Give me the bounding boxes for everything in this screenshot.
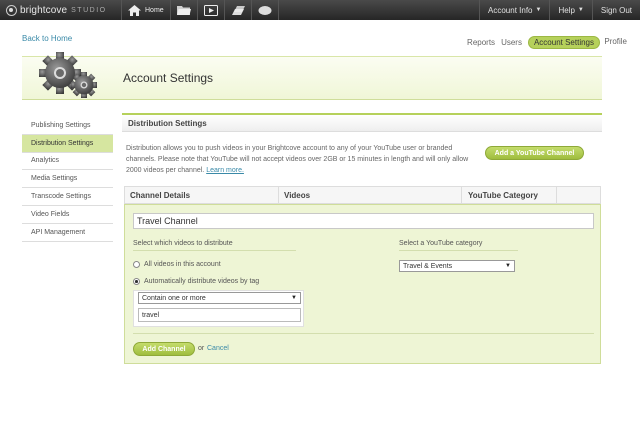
gears-icon [39, 52, 97, 98]
radio-button-selected[interactable] [133, 278, 140, 285]
chevron-down-icon: ▼ [535, 7, 542, 13]
sidebar-item-media-settings[interactable]: Media Settings [22, 170, 113, 189]
sidebar-item-distribution-settings[interactable]: Distribution Settings [22, 134, 113, 153]
sidebar-item-video-fields[interactable]: Video Fields [22, 206, 113, 224]
column-header-videos: Videos [279, 187, 462, 203]
analytics-button[interactable] [225, 0, 252, 20]
settings-sidebar: Publishing Settings Distribution Setting… [22, 117, 113, 242]
page-banner: Account Settings [22, 52, 602, 100]
description-text: Distribution allows you to push videos i… [126, 145, 469, 174]
tab-profile[interactable]: Profile [604, 37, 627, 46]
module-nav: Home [122, 0, 279, 20]
publishing-button[interactable] [198, 0, 225, 20]
account-info-label: Account Info [488, 5, 533, 15]
distribution-settings-panel: Distribution Settings Distribution allow… [122, 113, 602, 364]
analytics-icon [231, 5, 245, 15]
back-to-home-link[interactable]: Back to Home [22, 34, 72, 43]
column-header-actions [557, 187, 600, 203]
tag-match-value: Contain one or more [142, 294, 206, 302]
tag-input[interactable]: travel [138, 308, 301, 322]
radio-button[interactable] [133, 261, 140, 268]
tab-reports[interactable]: Reports [467, 38, 495, 47]
radio-by-tag[interactable]: Automatically distribute videos by tag [133, 278, 259, 285]
folder-icon [176, 5, 191, 15]
youtube-category-select[interactable]: Travel & Events ▼ [399, 260, 515, 272]
tab-account-settings[interactable]: Account Settings [527, 36, 600, 49]
form-divider [133, 333, 594, 334]
column-header-youtube-category: YouTube Category [462, 187, 557, 203]
brightcove-logo[interactable]: brightcove STUDIO [0, 0, 122, 20]
section-title: Distribution Settings [122, 113, 602, 132]
add-channel-button[interactable]: Add Channel [133, 342, 195, 356]
learn-more-link[interactable]: Learn more. [206, 167, 244, 174]
brightcove-logo-icon [6, 4, 17, 16]
sign-out-link[interactable]: Sign Out [591, 0, 640, 20]
radio-all-videos[interactable]: All videos in this account [133, 261, 221, 268]
top-bar: brightcove STUDIO Home Account Info ▼ He… [0, 0, 640, 20]
radio-by-tag-label: Automatically distribute videos by tag [144, 278, 260, 285]
channel-edit-form: Travel Channel Select which videos to di… [124, 204, 601, 364]
distribution-description: Distribution allows you to push videos i… [126, 143, 481, 176]
home-button[interactable]: Home [122, 0, 171, 20]
account-info-menu[interactable]: Account Info ▼ [479, 0, 549, 20]
tab-users[interactable]: Users [501, 38, 522, 47]
add-youtube-channel-button[interactable]: Add a YouTube Channel [485, 146, 584, 160]
category-value: Travel & Events [403, 262, 453, 270]
channel-table-header: Channel Details Videos YouTube Category [124, 186, 601, 204]
sidebar-item-analytics[interactable]: Analytics [22, 153, 113, 171]
tag-match-select[interactable]: Contain one or more ▼ [138, 292, 301, 304]
media-button[interactable] [171, 0, 198, 20]
home-label: Home [145, 6, 164, 14]
logo-text: brightcove [20, 4, 68, 16]
top-right-links: Account Info ▼ Help ▼ Sign Out [479, 0, 640, 20]
cancel-link[interactable]: Cancel [207, 345, 229, 352]
logo-subtitle: STUDIO [71, 6, 107, 14]
or-text: or [198, 345, 205, 352]
chevron-down-icon: ▼ [577, 7, 584, 13]
sidebar-item-transcode-settings[interactable]: Transcode Settings [22, 188, 113, 206]
reports-button[interactable] [252, 0, 279, 20]
column-header-channel-details: Channel Details [125, 187, 279, 203]
chevron-down-icon: ▼ [505, 263, 511, 269]
settings-tabs: Reports Users Account Settings [461, 36, 600, 49]
youtube-category-label: Select a YouTube category [399, 240, 518, 251]
sidebar-item-api-management[interactable]: API Management [22, 224, 113, 242]
home-icon [128, 4, 141, 16]
chat-bubble-icon [258, 5, 272, 15]
sidebar-item-publishing-settings[interactable]: Publishing Settings [22, 117, 113, 135]
help-label: Help [558, 5, 575, 15]
videos-section-label: Select which videos to distribute [133, 240, 296, 251]
page-title: Account Settings [123, 71, 214, 85]
video-player-icon [203, 4, 218, 16]
radio-all-videos-label: All videos in this account [144, 261, 221, 268]
channel-name-input[interactable]: Travel Channel [133, 213, 594, 229]
chevron-down-icon: ▼ [291, 295, 297, 301]
help-menu[interactable]: Help ▼ [549, 0, 591, 20]
